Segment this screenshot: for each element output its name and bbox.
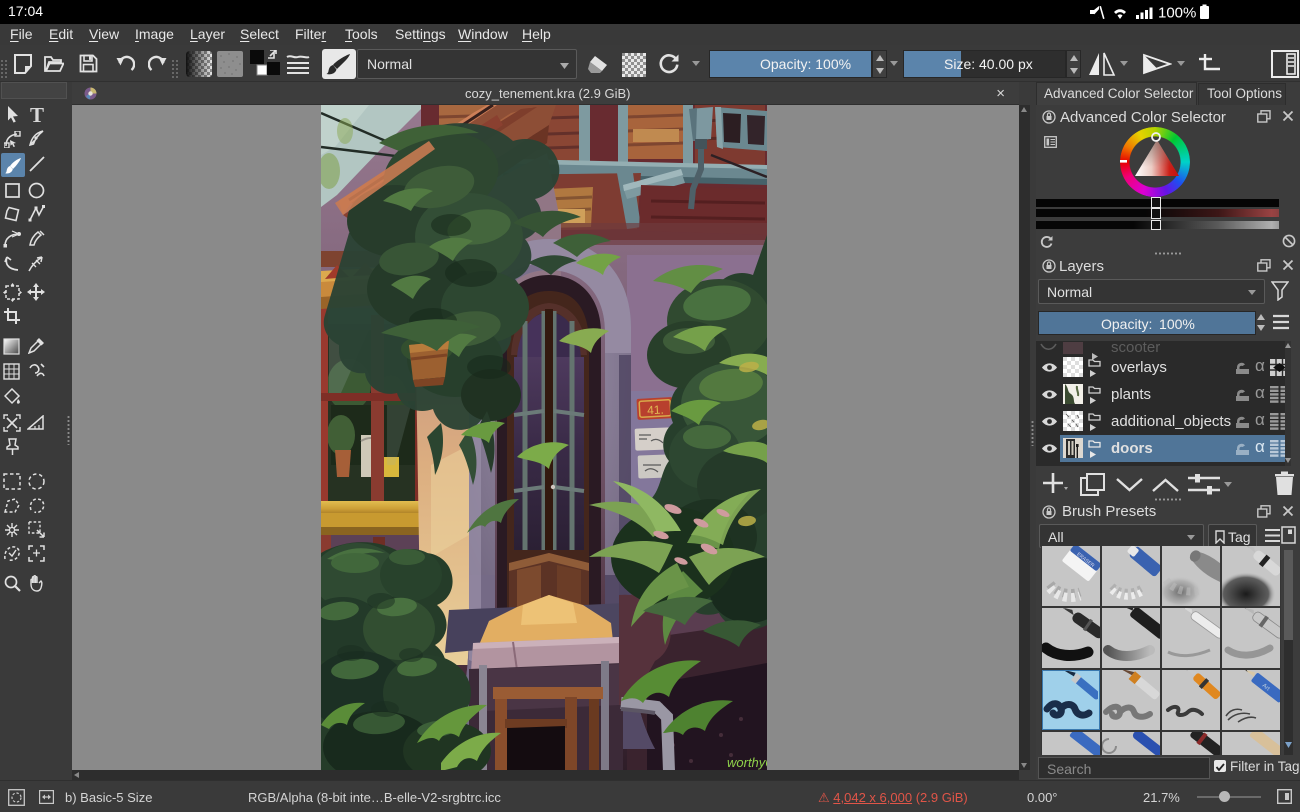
svg-text:41.: 41.	[647, 403, 664, 418]
svg-text:100%: 100%	[1158, 5, 1196, 22]
svg-text:worthy6: worthy6	[727, 755, 767, 770]
